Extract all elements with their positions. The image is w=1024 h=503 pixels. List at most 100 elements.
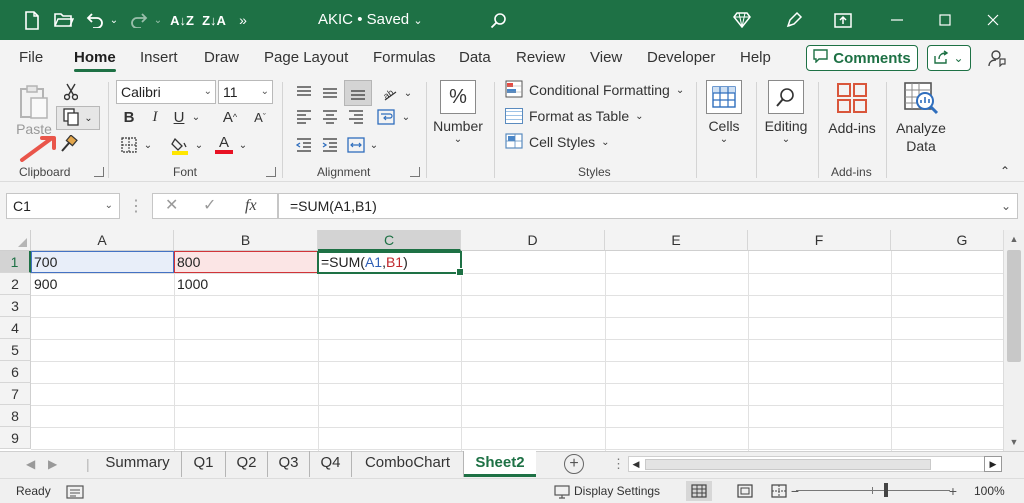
tab-file[interactable]: File: [19, 40, 43, 76]
vertical-scroll-thumb[interactable]: [1007, 250, 1021, 362]
clipboard-launcher-icon[interactable]: [94, 167, 104, 177]
tab-help[interactable]: Help: [740, 40, 771, 76]
percent-icon[interactable]: %: [440, 80, 476, 114]
number-dropdown-icon[interactable]: ⌄: [430, 134, 486, 145]
add-sheet-icon[interactable]: +: [564, 454, 584, 474]
cell-a2[interactable]: 900: [31, 273, 174, 295]
format-painter-icon[interactable]: [58, 134, 80, 154]
wrap-dropdown-icon[interactable]: ⌄: [400, 106, 412, 128]
normal-view-icon[interactable]: [686, 481, 712, 501]
scroll-down-icon[interactable]: ▼: [1004, 433, 1024, 451]
italic-icon[interactable]: I: [144, 106, 166, 128]
decrease-font-icon[interactable]: Aˇ: [247, 106, 273, 128]
align-right-icon[interactable]: [344, 106, 368, 128]
bold-icon[interactable]: B: [118, 106, 140, 128]
scroll-right-icon[interactable]: ▶: [984, 456, 1002, 472]
increase-indent-icon[interactable]: [318, 134, 342, 156]
wrap-text-icon[interactable]: [374, 106, 398, 128]
editing-search-icon[interactable]: [768, 80, 804, 114]
select-all-corner[interactable]: [0, 230, 31, 251]
expand-formula-icon[interactable]: ⌄: [1001, 194, 1011, 218]
tab-data[interactable]: Data: [459, 40, 491, 76]
pen-icon[interactable]: [782, 0, 806, 40]
sheet-tab-summary[interactable]: Summary: [94, 451, 182, 477]
align-bottom-icon[interactable]: [344, 80, 372, 106]
comments-button[interactable]: Comments: [806, 45, 918, 71]
cancel-icon[interactable]: ✕: [165, 194, 178, 218]
column-header-e[interactable]: E: [605, 230, 748, 251]
orientation-dropdown-icon[interactable]: ⌄: [402, 82, 414, 104]
column-header-a[interactable]: A: [31, 230, 174, 251]
formula-input[interactable]: =SUM(A1,B1) ⌄: [278, 193, 1018, 219]
merge-dropdown-icon[interactable]: ⌄: [368, 134, 380, 156]
sort-ascending-icon[interactable]: A↓Z: [168, 0, 196, 40]
accessibility-icon[interactable]: [66, 479, 84, 503]
tab-developer[interactable]: Developer: [647, 40, 715, 76]
scroll-up-icon[interactable]: ▲: [1004, 230, 1024, 248]
close-icon[interactable]: [970, 0, 1016, 40]
cell-a1[interactable]: 700: [31, 251, 174, 273]
window-title[interactable]: AKIC • Saved ⌄: [318, 0, 423, 40]
share-screen-icon[interactable]: [830, 0, 856, 40]
horizontal-scroll-thumb[interactable]: [645, 459, 931, 470]
sheet-tab-combochart[interactable]: ComboChart: [352, 451, 464, 477]
tab-insert[interactable]: Insert: [140, 40, 178, 76]
more-options-icon[interactable]: ⋮: [128, 195, 144, 217]
increase-font-icon[interactable]: A ^: [217, 106, 243, 128]
cells-dropdown-icon[interactable]: ⌄: [700, 134, 748, 145]
fill-color-dropdown-icon[interactable]: ⌄: [193, 134, 205, 156]
sheet-tab-q4[interactable]: Q4: [310, 451, 352, 477]
underline-dropdown-icon[interactable]: ⌄: [190, 106, 202, 128]
tab-page-layout[interactable]: Page Layout: [264, 40, 348, 76]
analyze-data-icon[interactable]: [902, 80, 940, 118]
sheet-tab-q2[interactable]: Q2: [226, 451, 268, 477]
format-as-table-button[interactable]: Format as Table ⌄: [505, 105, 644, 127]
zoom-level[interactable]: 100%: [974, 479, 1005, 503]
undo-dropdown-icon[interactable]: ⌄: [107, 0, 121, 40]
column-header-b[interactable]: B: [174, 230, 318, 251]
cell-b1[interactable]: 800: [174, 251, 318, 273]
display-settings-icon[interactable]: [554, 479, 570, 503]
enter-icon[interactable]: ✓: [203, 194, 216, 218]
alignment-launcher-icon[interactable]: [410, 167, 420, 177]
vertical-scrollbar[interactable]: ▲ ▼: [1003, 230, 1024, 451]
analyze-data-label-2[interactable]: Data: [892, 138, 950, 154]
cut-icon[interactable]: [60, 82, 82, 102]
paste-icon[interactable]: [16, 82, 52, 122]
cell-styles-button[interactable]: Cell Styles ⌄: [505, 131, 610, 153]
scroll-left-icon[interactable]: ◀: [629, 457, 643, 471]
row-header-7[interactable]: 7: [0, 383, 31, 405]
font-color-dropdown-icon[interactable]: ⌄: [237, 134, 249, 156]
cells-icon[interactable]: [706, 80, 742, 114]
cell-b2[interactable]: 1000: [174, 273, 318, 295]
feedback-icon[interactable]: [984, 45, 1010, 71]
undo-icon[interactable]: [82, 0, 108, 40]
more-commands-icon[interactable]: »: [232, 0, 254, 40]
sort-descending-icon[interactable]: Z↓A: [200, 0, 228, 40]
tab-view[interactable]: View: [590, 40, 622, 76]
add-ins-label[interactable]: Add-ins: [824, 120, 880, 136]
tab-formulas[interactable]: Formulas: [373, 40, 436, 76]
tab-review[interactable]: Review: [516, 40, 565, 76]
zoom-slider-thumb[interactable]: [884, 483, 888, 497]
next-sheet-icon[interactable]: ▶: [48, 451, 57, 478]
spreadsheet-grid[interactable]: A B C D E F G 1 2 3 4 5 6 7 8 9 700 800 …: [0, 230, 1003, 451]
row-header-8[interactable]: 8: [0, 405, 31, 427]
redo-dropdown-icon[interactable]: ⌄: [151, 0, 165, 40]
font-name-select[interactable]: Calibri ⌄: [116, 80, 216, 104]
row-header-3[interactable]: 3: [0, 295, 31, 317]
align-top-icon[interactable]: [292, 82, 316, 104]
search-icon[interactable]: [486, 0, 510, 40]
font-launcher-icon[interactable]: [266, 167, 276, 177]
row-header-5[interactable]: 5: [0, 339, 31, 361]
copy-button[interactable]: ⌄: [56, 106, 100, 130]
tab-home[interactable]: Home: [74, 40, 116, 76]
font-color-icon[interactable]: A: [212, 134, 236, 156]
cells-label[interactable]: Cells: [700, 118, 748, 134]
horizontal-scrollbar[interactable]: ◀: [628, 456, 1002, 472]
page-layout-view-icon[interactable]: [732, 481, 758, 501]
row-header-6[interactable]: 6: [0, 361, 31, 383]
borders-dropdown-icon[interactable]: ⌄: [142, 134, 154, 156]
zoom-slider-track[interactable]: [796, 490, 950, 491]
merge-center-icon[interactable]: [344, 134, 368, 156]
